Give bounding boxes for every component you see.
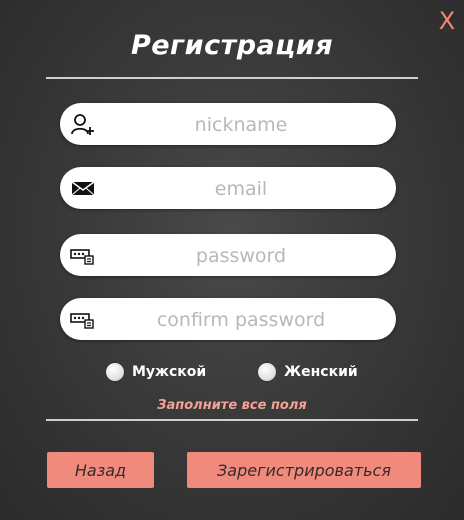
password-field[interactable] [60,234,396,278]
gender-male-label: Мужской [132,364,207,380]
page-title: Регистрация [130,30,334,61]
email-field[interactable] [60,167,396,211]
email-input[interactable] [104,167,378,211]
confirm-password-field[interactable] [60,298,396,342]
nickname-field[interactable] [60,103,396,147]
confirm-password-input[interactable] [104,298,378,342]
envelope-icon [70,176,96,200]
password-key-icon [70,243,96,267]
bottom-divider [46,419,418,421]
register-button[interactable]: Зарегистрироваться [187,452,421,488]
password-key-icon [70,307,96,331]
back-button[interactable]: Назад [47,452,154,488]
gender-female-label: Женский [284,364,358,380]
nickname-input[interactable] [104,103,378,147]
gender-female-radio[interactable]: Женский [258,363,358,381]
password-input[interactable] [104,234,378,278]
radio-button-icon[interactable] [258,363,276,381]
top-divider [46,77,418,79]
radio-button-icon[interactable] [106,363,124,381]
add-user-icon [70,112,96,136]
validation-message: Заполните все поля [157,398,307,413]
gender-male-radio[interactable]: Мужской [106,363,206,381]
